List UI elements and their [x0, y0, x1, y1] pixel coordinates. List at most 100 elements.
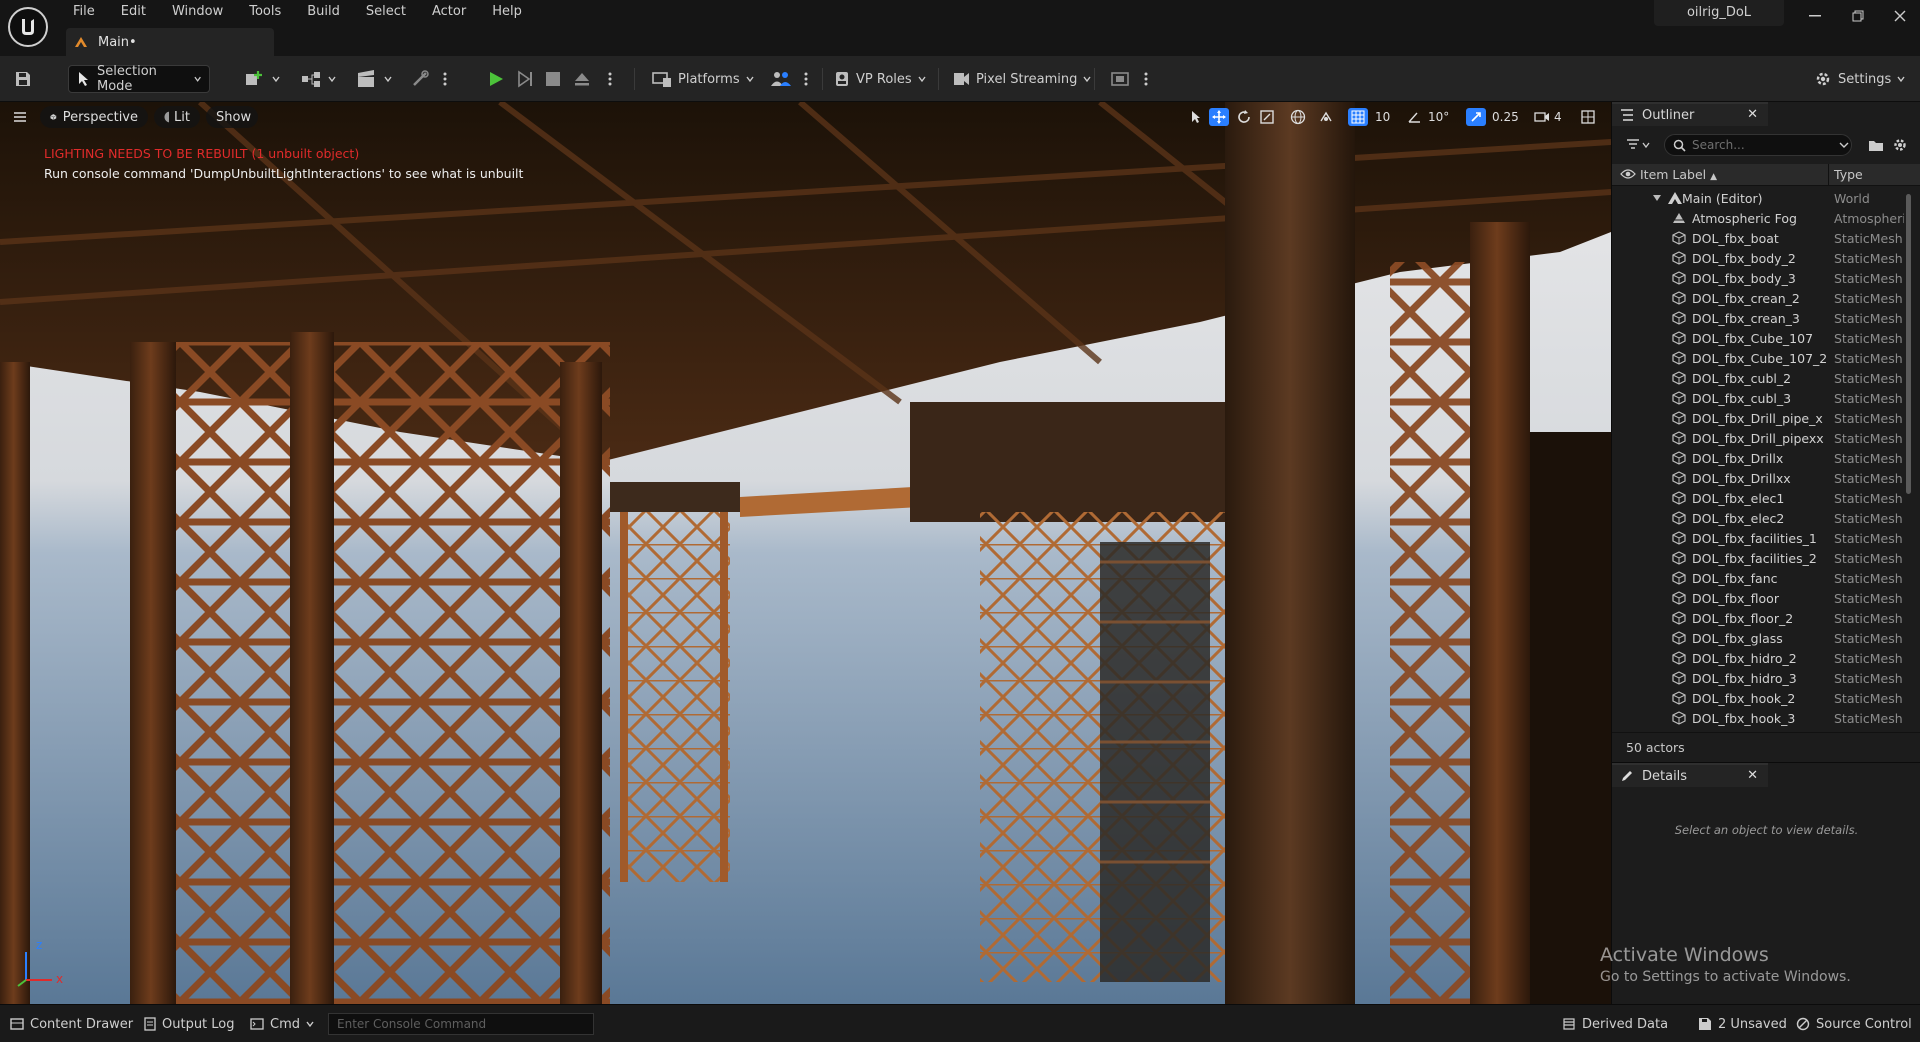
outliner-row[interactable]: DOL_fbx_floor StaticMesh: [1612, 588, 1911, 608]
outliner-row[interactable]: DOL_fbx_facilities_2 StaticMesh: [1612, 548, 1911, 568]
viewport-layout-icon[interactable]: [1578, 108, 1598, 126]
console-command-input[interactable]: Enter Console Command: [328, 1013, 594, 1035]
save-icon[interactable]: [14, 65, 32, 93]
outliner-row[interactable]: DOL_fbx_Cube_107_2 StaticMesh: [1612, 348, 1911, 368]
outliner-row[interactable]: DOL_fbx_floor_2 StaticMesh: [1612, 608, 1911, 628]
rotation-snap-value[interactable]: 10°: [1428, 107, 1449, 127]
chevron-down-icon[interactable]: [1839, 141, 1849, 149]
scale-snap-value[interactable]: 0.25: [1492, 107, 1519, 127]
menu-edit[interactable]: Edit: [108, 0, 159, 24]
hamburger-menu-icon[interactable]: [10, 108, 30, 126]
eject-icon[interactable]: [573, 65, 591, 93]
outliner-row[interactable]: DOL_fbx_Drillxx StaticMesh: [1612, 468, 1911, 488]
details-tab[interactable]: Details ✕: [1612, 763, 1768, 787]
item-label-column[interactable]: Item Label ▲: [1640, 167, 1717, 182]
perspective-button[interactable]: Perspective: [40, 106, 148, 128]
selection-mode-dropdown[interactable]: Selection Mode: [68, 64, 210, 94]
platforms-dropdown[interactable]: Platforms: [652, 65, 754, 93]
outliner-row-root[interactable]: Main (Editor) World: [1612, 188, 1911, 208]
outliner-row[interactable]: DOL_fbx_crean_2 StaticMesh: [1612, 288, 1911, 308]
minimize-icon[interactable]: [1795, 2, 1835, 30]
outliner-row[interactable]: DOL_fbx_Drill_pipexx StaticMesh: [1612, 428, 1911, 448]
outliner-row[interactable]: DOL_fbx_glass StaticMesh: [1612, 628, 1911, 648]
translate-icon[interactable]: [1209, 108, 1229, 126]
step-icon[interactable]: [516, 65, 534, 93]
cinematics-button[interactable]: [356, 65, 392, 93]
outliner-search-input[interactable]: Search...: [1664, 134, 1852, 156]
cmd-dropdown[interactable]: Cmd: [250, 1013, 314, 1035]
outliner-row[interactable]: DOL_fbx_cubl_3 StaticMesh: [1612, 388, 1911, 408]
outliner-row[interactable]: DOL_fbx_fanc StaticMesh: [1612, 568, 1911, 588]
outliner-row[interactable]: DOL_fbx_hook_3 StaticMesh: [1612, 708, 1911, 728]
unsaved-button[interactable]: 2 Unsaved: [1698, 1013, 1787, 1035]
outliner-row[interactable]: Atmospheric Fog Atmospheri: [1612, 208, 1911, 228]
outliner-row[interactable]: DOL_fbx_elec1 StaticMesh: [1612, 488, 1911, 508]
scale-snap-icon[interactable]: [1466, 108, 1486, 126]
close-icon[interactable]: ✕: [1747, 768, 1758, 783]
modeling-tools-button[interactable]: [410, 65, 430, 93]
outliner-row[interactable]: DOL_fbx_hook_2 StaticMesh: [1612, 688, 1911, 708]
outliner-row[interactable]: DOL_fbx_Drill_pipe_x StaticMesh: [1612, 408, 1911, 428]
rotate-icon[interactable]: [1234, 108, 1254, 126]
rotation-snap-icon[interactable]: [1404, 108, 1424, 126]
more-options-icon[interactable]: [1144, 65, 1148, 93]
outliner-row[interactable]: DOL_fbx_hidro_2 StaticMesh: [1612, 648, 1911, 668]
pixel-streaming-dropdown[interactable]: Pixel Streaming: [952, 65, 1091, 93]
settings-dropdown[interactable]: Settings: [1814, 65, 1905, 93]
output-log-button[interactable]: Output Log: [144, 1013, 235, 1035]
expand-arrow-icon[interactable]: [1652, 194, 1662, 202]
camera-speed-value[interactable]: 4: [1554, 107, 1562, 127]
source-control-button[interactable]: Source Control: [1796, 1013, 1912, 1035]
content-drawer-button[interactable]: Content Drawer: [10, 1013, 133, 1035]
menu-select[interactable]: Select: [353, 0, 419, 24]
filter-icon[interactable]: [1626, 138, 1652, 152]
level-tab-main[interactable]: Main•: [66, 28, 274, 56]
menu-build[interactable]: Build: [294, 0, 353, 24]
multi-user-icon[interactable]: [770, 65, 792, 93]
type-column-header[interactable]: Type: [1834, 167, 1863, 182]
grid-snap-icon[interactable]: [1348, 108, 1368, 126]
menu-help[interactable]: Help: [479, 0, 535, 24]
derived-data-button[interactable]: Derived Data: [1562, 1013, 1668, 1035]
outliner-row[interactable]: DOL_fbx_Drillx StaticMesh: [1612, 448, 1911, 468]
world-space-icon[interactable]: [1288, 108, 1308, 126]
outliner-tab[interactable]: Outliner ✕: [1612, 102, 1768, 126]
camera-speed-icon[interactable]: [1532, 108, 1552, 126]
outliner-row[interactable]: DOL_fbx_boat StaticMesh: [1612, 228, 1911, 248]
scale-icon[interactable]: [1257, 108, 1277, 126]
more-options-icon[interactable]: [443, 65, 447, 93]
outliner-row[interactable]: DOL_fbx_elec2 StaticMesh: [1612, 508, 1911, 528]
menu-actor[interactable]: Actor: [419, 0, 479, 24]
level-viewport[interactable]: Perspective Lit Show 10 10° 0.25 4 LIGHT…: [0, 102, 1611, 1004]
select-cursor-icon[interactable]: [1186, 108, 1206, 126]
outliner-row[interactable]: DOL_fbx_cubl_2 StaticMesh: [1612, 368, 1911, 388]
render-queue-icon[interactable]: [1110, 65, 1132, 93]
add-actor-button[interactable]: [244, 65, 280, 93]
lit-button[interactable]: Lit: [154, 106, 200, 128]
blueprint-button[interactable]: [300, 65, 336, 93]
outliner-settings-gear-icon[interactable]: [1892, 137, 1908, 153]
surface-snapping-icon[interactable]: [1316, 108, 1336, 126]
grid-snap-value[interactable]: 10: [1375, 107, 1390, 127]
outliner-row[interactable]: DOL_fbx_crean_3 StaticMesh: [1612, 308, 1911, 328]
show-button[interactable]: Show: [206, 106, 258, 128]
outliner-row[interactable]: DOL_fbx_hidro_3 StaticMesh: [1612, 668, 1911, 688]
restore-icon[interactable]: [1838, 2, 1878, 30]
outliner-row[interactable]: DOL_fbx_facilities_1 StaticMesh: [1612, 528, 1911, 548]
menu-file[interactable]: File: [60, 0, 108, 24]
play-options-icon[interactable]: [608, 65, 612, 93]
menu-window[interactable]: Window: [159, 0, 236, 24]
stop-icon[interactable]: [545, 65, 561, 93]
play-icon[interactable]: [487, 65, 505, 93]
close-window-icon[interactable]: [1880, 2, 1920, 30]
outliner-row[interactable]: DOL_fbx_body_2 StaticMesh: [1612, 248, 1911, 268]
more-options-icon[interactable]: [804, 65, 808, 93]
outliner-row[interactable]: DOL_fbx_body_3 StaticMesh: [1612, 268, 1911, 288]
add-folder-icon[interactable]: [1868, 138, 1884, 152]
visibility-eye-icon[interactable]: [1620, 168, 1636, 180]
outliner-scrollbar[interactable]: [1906, 194, 1911, 494]
outliner-row[interactable]: DOL_fbx_Cube_107 StaticMesh: [1612, 328, 1911, 348]
close-icon[interactable]: ✕: [1747, 107, 1758, 122]
vp-roles-dropdown[interactable]: VP Roles: [834, 65, 926, 93]
unreal-logo-icon[interactable]: [8, 7, 48, 47]
